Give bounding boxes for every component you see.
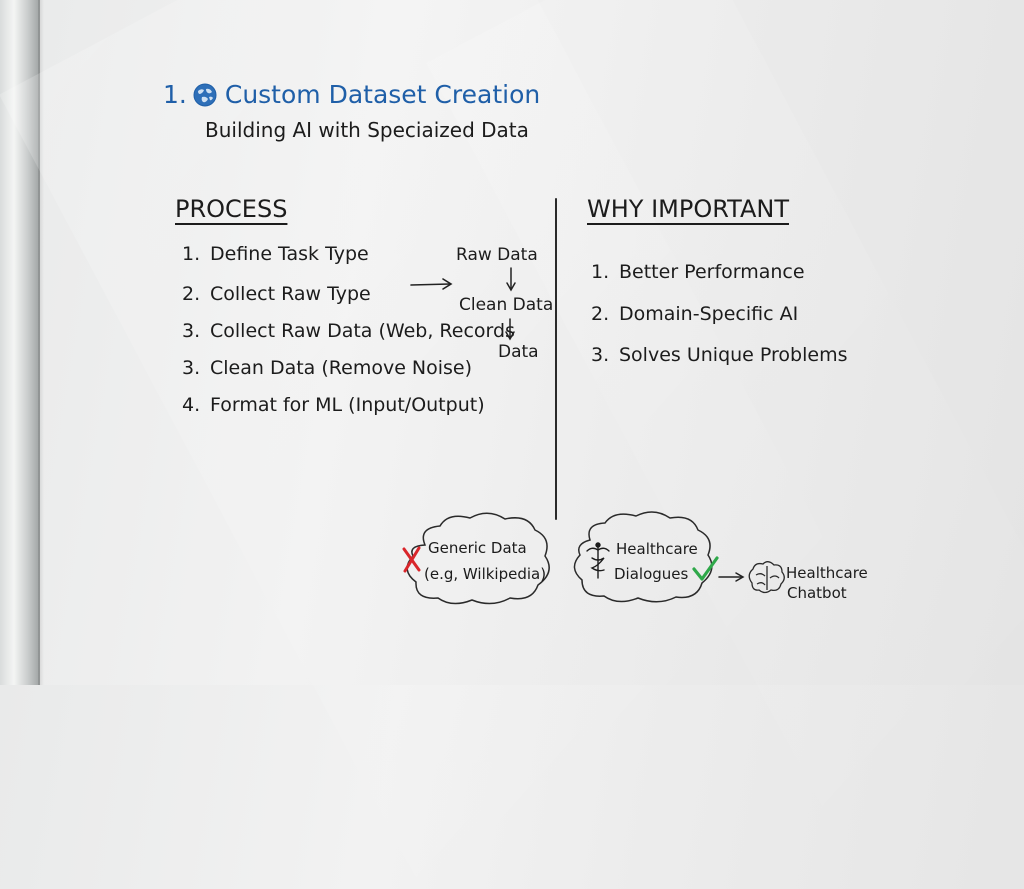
generic-data-label: Generic Data xyxy=(428,539,527,557)
arrow-right-icon xyxy=(410,278,453,290)
chatbot-label-line2: Chatbot xyxy=(787,584,847,602)
arrow-down-icon xyxy=(505,318,515,341)
arrow-right-icon xyxy=(718,572,745,582)
healthcare-dialogues-label: Dialogues xyxy=(614,565,689,583)
generic-data-cloud xyxy=(406,512,550,605)
brain-icon xyxy=(748,561,785,594)
caduceus-icon xyxy=(586,542,610,579)
chatbot-label-line1: Healthcare xyxy=(786,564,868,582)
arrow-down-icon xyxy=(506,267,516,292)
healthcare-label: Healthcare xyxy=(616,540,698,558)
check-icon xyxy=(692,556,719,581)
generic-data-example: (e.g, Wilkipedia) xyxy=(424,565,547,583)
